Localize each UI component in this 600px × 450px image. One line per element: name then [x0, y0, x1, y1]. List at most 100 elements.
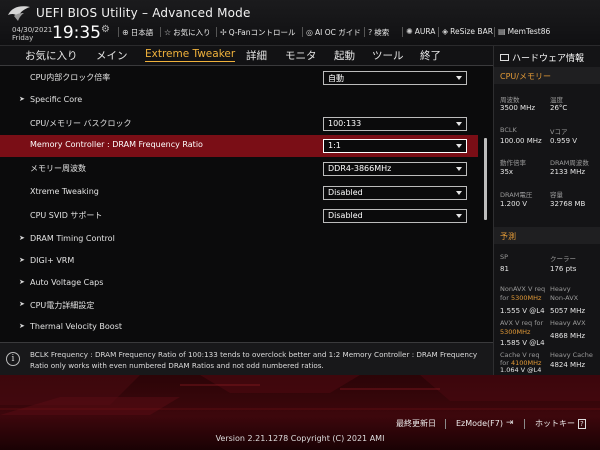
last-modified-button[interactable]: 最終更新日 — [396, 418, 436, 429]
setting-label: Thermal Velocity Boost — [30, 322, 122, 331]
section-title: 予測 — [500, 232, 516, 241]
footer-divider — [524, 419, 525, 429]
cpu-memory-section-header: CPU/メモリー — [494, 67, 600, 84]
search-button[interactable]: ? 検索 — [368, 27, 389, 38]
resize-bar-button[interactable]: ◈ ReSize BAR — [442, 27, 493, 36]
chevron-right-icon: ➤ — [19, 278, 25, 286]
hw-label: 動作倍率 — [500, 159, 526, 167]
xtreme-tweaking-dropdown[interactable]: Disabled — [323, 186, 467, 200]
prediction-section-header: 予測 — [494, 227, 600, 244]
hw-label: Heavy AVX — [550, 319, 586, 327]
setting-label: Auto Voltage Caps — [30, 278, 104, 287]
setting-row-cpu-svid[interactable]: CPU SVID サポート Disabled — [0, 205, 478, 227]
hotkeys-button[interactable]: ホットキー ? — [535, 418, 586, 429]
chevron-right-icon: ➤ — [19, 300, 25, 308]
scrollbar-thumb[interactable] — [484, 138, 487, 220]
vcore-value: 0.959 V — [550, 137, 578, 145]
tab-exit[interactable]: 終了 — [420, 48, 441, 63]
nonavx-target-frequency: 5300MHz — [511, 294, 542, 302]
setting-row-digi-vrm[interactable]: ➤ DIGI+ VRM — [0, 251, 478, 273]
memory-frequency-dropdown[interactable]: DDR4-3866MHz — [323, 162, 467, 176]
hw-label: クーラー — [550, 255, 576, 263]
hw-label: 容量 — [550, 191, 563, 199]
dropdown-value: Disabled — [328, 188, 363, 197]
setting-row-memory-frequency[interactable]: メモリー周波数 DDR4-3866MHz — [0, 158, 478, 180]
hw-label: NonAVX V req — [500, 285, 546, 293]
settings-list: CPU内部クロック倍率 自動 ➤ Specific Core CPU/メモリー … — [0, 66, 493, 342]
ratio-value: 35x — [500, 168, 514, 176]
dram-ratio-dropdown[interactable]: 1:1 — [323, 139, 467, 153]
heavy-nonavx-value: 5057 MHz — [550, 307, 586, 315]
cpu-frequency-value: 3500 MHz — [500, 104, 536, 112]
tab-main[interactable]: メイン — [96, 48, 128, 63]
setting-row-xtreme-tweaking[interactable]: Xtreme Tweaking Disabled — [0, 182, 478, 204]
tab-boot[interactable]: 起動 — [334, 48, 355, 63]
hardware-monitor-title: ハードウェア情報 — [500, 51, 584, 64]
setting-row-specific-core[interactable]: ➤ Specific Core — [0, 90, 478, 112]
setting-row-cpu-ratio[interactable]: CPU内部クロック倍率 自動 — [0, 67, 478, 89]
tab-tool[interactable]: ツール — [372, 48, 404, 63]
favorites-button[interactable]: ☆ お気に入り — [164, 27, 211, 38]
chevron-down-icon — [456, 167, 462, 171]
help-description-bar: i BCLK Frequency : DRAM Frequency Ratio … — [0, 342, 493, 375]
cooler-value: 176 pts — [550, 265, 577, 273]
setting-label: Specific Core — [30, 95, 83, 104]
setting-row-auto-voltage-caps[interactable]: ➤ Auto Voltage Caps — [0, 273, 478, 295]
chevron-right-icon: ➤ — [19, 322, 25, 330]
help-icon: ? — [368, 28, 373, 37]
setting-label: Xtreme Tweaking — [30, 187, 99, 196]
setting-row-dram-frequency-ratio[interactable]: Memory Controller : DRAM Frequency Ratio… — [0, 135, 478, 157]
ezmode-button[interactable]: EzMode(F7) ⇥ — [456, 418, 514, 428]
header-divider — [160, 27, 161, 37]
language-button[interactable]: ⊕ 日本語 — [122, 27, 153, 38]
chevron-right-icon: ➤ — [19, 256, 25, 264]
tab-advanced[interactable]: 詳細 — [246, 48, 267, 63]
tab-extreme-tweaker[interactable]: Extreme Tweaker — [145, 48, 236, 62]
tab-favorites[interactable]: お気に入り — [25, 48, 78, 63]
dram-frequency-value: 2133 MHz — [550, 168, 586, 176]
heavy-avx-value: 4868 MHz — [550, 332, 586, 340]
hw-label: 周波数 — [500, 96, 520, 104]
chevron-right-icon: ➤ — [19, 234, 25, 242]
ai-oc-guide-button[interactable]: ◎ AI OC ガイド — [306, 27, 361, 38]
hotkey-label: ホットキー — [535, 419, 575, 428]
tab-monitor[interactable]: モニタ — [285, 48, 317, 63]
hw-label: for — [500, 294, 509, 302]
resize-bar-icon: ◈ — [442, 27, 449, 36]
exit-arrow-icon: ⇥ — [505, 418, 514, 428]
clock-settings-gear-icon[interactable]: ⚙ — [101, 24, 110, 35]
setting-row-thermal-velocity-boost[interactable]: ➤ Thermal Velocity Boost — [0, 317, 478, 339]
section-title: CPU/メモリー — [500, 72, 551, 81]
avx-voltage-value: 1.585 V @L4 — [500, 339, 545, 347]
clock-display: 19:35 — [52, 23, 101, 43]
dropdown-value: Disabled — [328, 211, 363, 220]
favorites-label: お気に入り — [173, 28, 211, 37]
setting-row-cpu-power[interactable]: ➤ CPU電力詳細設定 — [0, 295, 478, 317]
aura-button[interactable]: ✺ AURA — [406, 27, 435, 36]
qfan-control-button[interactable]: ✢ Q-Fanコントロール — [220, 27, 296, 38]
rog-logo-icon — [8, 6, 30, 21]
memtest-label: MemTest86 — [507, 27, 551, 36]
hw-label: Heavy Cache — [550, 351, 593, 359]
setting-row-bus-clock[interactable]: CPU/メモリー バスクロック 100:133 — [0, 113, 478, 135]
bus-clock-dropdown[interactable]: 100:133 — [323, 117, 467, 131]
search-label: 検索 — [374, 28, 390, 37]
header-divider — [402, 27, 403, 37]
capacity-value: 32768 MB — [550, 200, 586, 208]
chevron-down-icon — [456, 214, 462, 218]
cpu-ratio-dropdown[interactable]: 自動 — [323, 71, 467, 85]
footer-divider — [445, 419, 446, 429]
help-description-text: BCLK Frequency : DRAM Frequency Ratio of… — [30, 350, 478, 370]
header-bar: UEFI BIOS Utility – Advanced Mode 04/30/… — [0, 0, 600, 46]
chevron-right-icon: ➤ — [19, 95, 25, 103]
setting-label: CPU/メモリー バスクロック — [30, 119, 132, 128]
bclk-value: 100.00 MHz — [500, 137, 542, 145]
setting-row-dram-timing[interactable]: ➤ DRAM Timing Control — [0, 229, 478, 251]
language-label: 日本語 — [130, 28, 154, 37]
nonavx-voltage-value: 1.555 V @L4 — [500, 307, 545, 315]
hw-label: Non-AVX — [550, 294, 579, 302]
setting-label: Memory Controller : DRAM Frequency Ratio — [30, 140, 203, 149]
hw-label: for 5300MHz — [500, 294, 541, 302]
cpu-svid-dropdown[interactable]: Disabled — [323, 209, 467, 223]
memtest-button[interactable]: ▤ MemTest86 — [498, 27, 550, 36]
